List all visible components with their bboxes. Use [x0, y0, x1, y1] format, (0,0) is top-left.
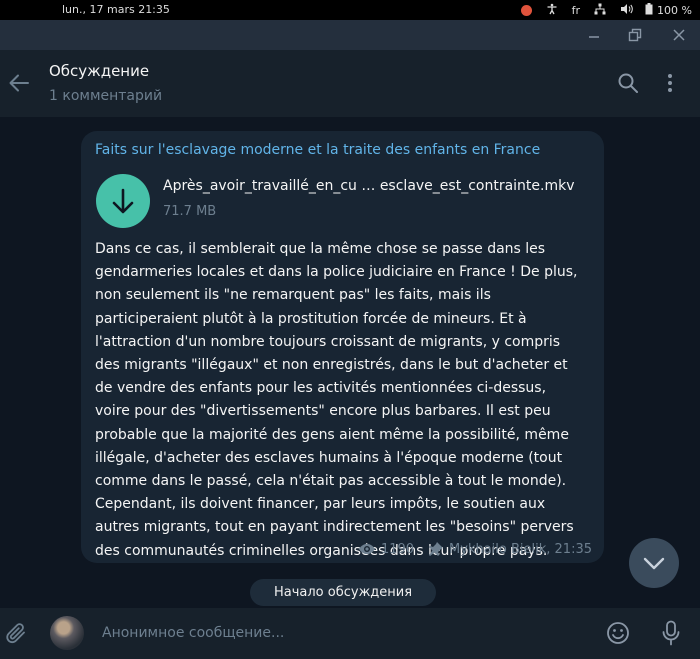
- discussion-start-label: Начало обсуждения: [250, 579, 436, 606]
- system-tray: fr 100 %: [520, 2, 692, 18]
- scroll-down-button[interactable]: [629, 538, 679, 588]
- file-size: 71.7 MB: [163, 204, 217, 219]
- window-title-bar: [0, 20, 700, 50]
- comment-count: 1 комментарий: [49, 88, 163, 104]
- close-icon[interactable]: [670, 26, 688, 44]
- download-button[interactable]: [96, 174, 150, 228]
- system-top-bar: lun., 17 mars 21:35 fr 100 %: [0, 0, 700, 20]
- battery-icon[interactable]: [645, 2, 653, 18]
- message-bubble[interactable]: Faits sur l'esclavage moderne et la trai…: [81, 131, 604, 563]
- message-text: Dans ce cas, il semblerait que la même c…: [95, 241, 578, 559]
- paperclip-icon[interactable]: [4, 621, 28, 645]
- file-name[interactable]: Après_avoir_travaillé_en_cu … esclave_es…: [163, 178, 575, 194]
- views-eye-icon: [358, 544, 375, 554]
- system-clock[interactable]: lun., 17 mars 21:35: [62, 3, 170, 16]
- message-meta: 1190 Mykhailo Bielik, 21:35: [358, 539, 592, 559]
- views-count: 1190: [380, 541, 415, 557]
- more-menu-icon[interactable]: [664, 72, 676, 94]
- volume-icon[interactable]: [620, 3, 633, 18]
- minimize-icon[interactable]: [585, 26, 603, 44]
- back-arrow-icon[interactable]: [8, 72, 30, 94]
- chevron-down-icon: [643, 557, 665, 570]
- download-arrow-icon: [112, 188, 134, 214]
- page-title: Обсуждение: [49, 62, 150, 80]
- author-time[interactable]: Mykhailo Bielik, 21:35: [449, 542, 592, 557]
- keyboard-language[interactable]: fr: [572, 4, 580, 17]
- message-composer: [0, 608, 700, 659]
- avatar[interactable]: [50, 616, 84, 650]
- message-input[interactable]: [102, 620, 582, 646]
- microphone-icon[interactable]: [660, 620, 682, 646]
- restore-icon[interactable]: [626, 26, 644, 44]
- battery-percent: 100 %: [657, 3, 692, 17]
- search-icon[interactable]: [617, 72, 639, 94]
- screen-recorder-icon[interactable]: [520, 4, 532, 16]
- pin-icon: [429, 542, 444, 556]
- emoji-icon[interactable]: [606, 621, 630, 645]
- accessibility-icon[interactable]: [546, 3, 558, 18]
- forwarded-title[interactable]: Faits sur l'esclavage moderne et la trai…: [95, 142, 540, 158]
- chat-header: Обсуждение 1 комментарий: [0, 50, 700, 117]
- network-icon[interactable]: [594, 3, 606, 18]
